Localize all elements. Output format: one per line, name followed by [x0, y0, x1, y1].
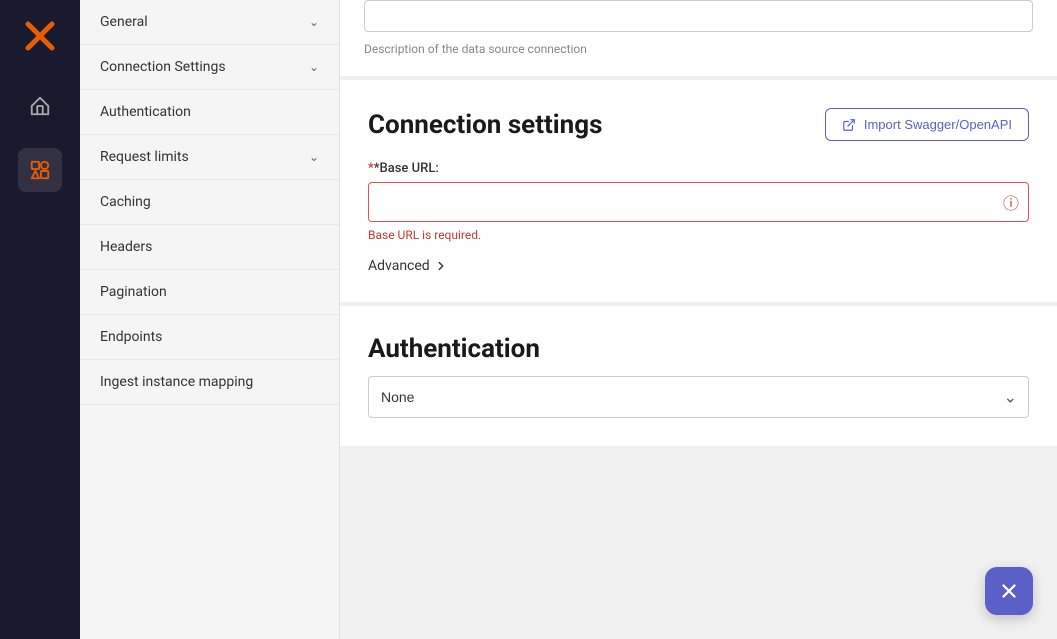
- sidebar-item-connection-settings[interactable]: Connection Settings ⌄: [80, 45, 339, 90]
- sidebar-label-caching: Caching: [100, 194, 151, 210]
- shapes-nav-button[interactable]: [18, 148, 62, 192]
- sidebar-item-ingest-instance-mapping[interactable]: Ingest instance mapping: [80, 360, 339, 405]
- sidebar-label-connection-settings: Connection Settings: [100, 59, 226, 75]
- sidebar-item-endpoints[interactable]: Endpoints: [80, 315, 339, 360]
- left-nav: [0, 0, 80, 639]
- authentication-section: Authentication None Basic Auth Bearer To…: [340, 306, 1057, 446]
- external-link-icon: [842, 118, 856, 132]
- chevron-down-icon: ⌄: [309, 150, 319, 164]
- sidebar-label-authentication: Authentication: [100, 104, 191, 120]
- chat-bubble-button[interactable]: [985, 567, 1033, 615]
- error-icon: ⓘ: [1003, 190, 1019, 214]
- chevron-down-icon: ⌄: [309, 15, 319, 29]
- connection-settings-section: Connection settings Import Swagger/OpenA…: [340, 80, 1057, 306]
- import-swagger-button[interactable]: Import Swagger/OpenAPI: [825, 108, 1029, 141]
- authentication-title: Authentication: [368, 334, 1029, 364]
- description-label: Description of the data source connectio…: [364, 42, 1033, 56]
- sidebar-item-authentication[interactable]: Authentication: [80, 90, 339, 135]
- sidebar-label-ingest-instance-mapping: Ingest instance mapping: [100, 374, 253, 390]
- sidebar-item-pagination[interactable]: Pagination: [80, 270, 339, 315]
- base-url-error: Base URL is required.: [368, 228, 1029, 242]
- main-content: Description of the data source connectio…: [340, 0, 1057, 639]
- sidebar-item-request-limits[interactable]: Request limits ⌄: [80, 135, 339, 180]
- sidebar-label-endpoints: Endpoints: [100, 329, 162, 345]
- chevron-down-icon: ⌄: [309, 60, 319, 74]
- sidebar: General ⌄ Connection Settings ⌄ Authenti…: [80, 0, 340, 639]
- sidebar-label-pagination: Pagination: [100, 284, 167, 300]
- app-logo[interactable]: [20, 16, 60, 56]
- connection-settings-title: Connection settings: [368, 110, 602, 140]
- auth-select-wrap: None Basic Auth Bearer Token API Key OAu…: [368, 376, 1029, 418]
- connection-settings-header: Connection settings Import Swagger/OpenA…: [368, 108, 1029, 141]
- advanced-label: Advanced: [368, 258, 430, 274]
- chevron-right-icon: [434, 259, 448, 273]
- advanced-link[interactable]: Advanced: [368, 258, 448, 274]
- description-textarea[interactable]: [364, 0, 1033, 32]
- description-section: Description of the data source connectio…: [340, 0, 1057, 80]
- close-icon: [998, 580, 1020, 602]
- home-nav-button[interactable]: [18, 84, 62, 128]
- sidebar-item-general[interactable]: General ⌄: [80, 0, 339, 45]
- base-url-input-wrap: ⓘ: [368, 182, 1029, 222]
- sidebar-item-caching[interactable]: Caching: [80, 180, 339, 225]
- sidebar-label-headers: Headers: [100, 239, 152, 255]
- base-url-label: **Base URL:: [368, 161, 1029, 176]
- sidebar-label-general: General: [100, 14, 148, 30]
- import-swagger-label: Import Swagger/OpenAPI: [864, 117, 1012, 132]
- sidebar-item-headers[interactable]: Headers: [80, 225, 339, 270]
- base-url-input[interactable]: [368, 182, 1029, 222]
- sidebar-label-request-limits: Request limits: [100, 149, 189, 165]
- auth-type-select[interactable]: None Basic Auth Bearer Token API Key OAu…: [368, 376, 1029, 418]
